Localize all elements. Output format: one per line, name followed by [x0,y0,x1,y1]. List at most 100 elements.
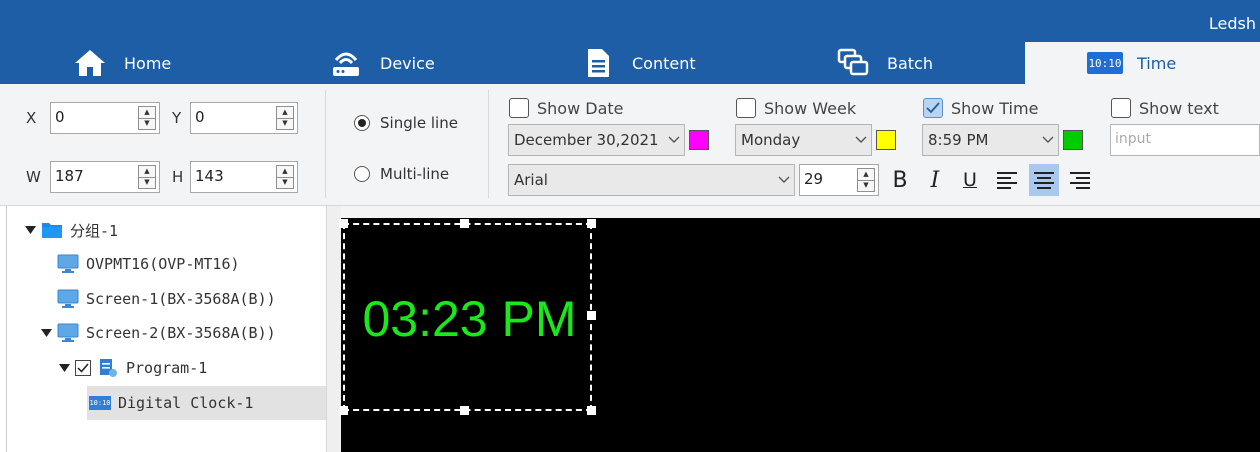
date-format-select[interactable]: December 30,2021 [508,124,685,156]
show-text-checkbox[interactable]: Show text [1111,98,1219,118]
align-center-button[interactable] [1029,164,1059,196]
tab-label: Time [1137,53,1177,73]
underline-button[interactable]: U [955,164,985,196]
time-color-swatch[interactable] [1063,130,1083,150]
chevron-down-icon [774,176,794,184]
date-color-swatch[interactable] [689,130,709,150]
tree-device-label: Screen-2(BX-3568A(B)) [86,324,276,342]
tree-program[interactable]: Program-1 [57,351,207,385]
resize-handle[interactable] [460,219,469,228]
date-format-value: December 30,2021 [514,131,659,149]
tab-batch[interactable]: Batch [833,42,933,84]
w-spinbox[interactable]: 187 ▲ ▼ [50,161,160,193]
align-left-icon [997,172,1017,189]
show-week-checkbox[interactable]: Show Week [736,98,856,118]
checkbox[interactable] [736,98,756,118]
tree-device[interactable]: Screen-1(BX-3568A(B)) [57,282,276,316]
expand-triangle-icon[interactable] [23,226,37,234]
single-line-label: Single line [380,114,458,132]
time-format-select[interactable]: 8:59 PM [922,124,1059,156]
week-format-value: Monday [741,131,801,149]
italic-button[interactable]: I [920,164,950,196]
tree-program-label: Program-1 [126,359,208,377]
radio-button[interactable] [354,166,370,182]
tab-label: Content [632,53,696,73]
align-right-button[interactable] [1065,164,1095,196]
checkbox[interactable] [923,98,943,118]
up-arrow-icon[interactable]: ▲ [277,107,293,118]
down-arrow-icon[interactable]: ▼ [858,179,874,192]
w-label: W [26,168,41,186]
custom-text-input[interactable]: input [1110,124,1260,156]
x-stepper[interactable]: ▲ ▼ [138,106,156,130]
w-value: 187 [55,167,84,185]
canvas-ruler [341,206,1260,218]
bold-button[interactable]: B [885,164,915,196]
show-time-label: Show Time [951,98,1039,118]
show-time-checkbox[interactable]: Show Time [923,98,1038,118]
multi-line-radio[interactable]: Multi-line [354,165,449,183]
divider [488,90,489,198]
font-size-stepper[interactable]: ▲ ▼ [857,168,875,192]
radio-button[interactable] [354,115,370,131]
y-label: Y [172,109,182,127]
x-spinbox[interactable]: 0 ▲ ▼ [50,102,160,134]
led-preview-canvas[interactable]: 03:23 PM [339,218,1260,452]
title-bar: Ledsh Home Device Content Batch 10:10 Ti… [0,0,1260,84]
tab-label: Batch [887,53,933,73]
down-arrow-icon[interactable]: ▼ [139,117,155,130]
font-family-select[interactable]: Arial [508,164,795,196]
y-spinbox[interactable]: 0 ▲ ▼ [190,102,298,134]
digital-clock-icon: 10:10 [89,396,111,410]
checkbox[interactable] [509,98,529,118]
tree-device[interactable]: OVPMT16(OVP-MT16) [57,247,240,281]
monitor-icon [57,289,79,309]
down-arrow-icon[interactable]: ▼ [139,176,155,189]
document-icon [578,46,618,80]
program-checkbox[interactable] [75,360,91,376]
up-arrow-icon[interactable]: ▲ [139,107,155,118]
resize-handle[interactable] [587,406,596,415]
show-text-label: Show text [1139,98,1219,118]
align-left-button[interactable] [992,164,1022,196]
digital-clock-icon: 10:10 [1087,52,1123,74]
tab-device[interactable]: Device [326,42,435,84]
week-format-select[interactable]: Monday [735,124,872,156]
w-stepper[interactable]: ▲ ▼ [138,165,156,189]
h-spinbox[interactable]: 143 ▲ ▼ [190,161,298,193]
resize-handle[interactable] [339,219,348,228]
tree-group[interactable]: 分组-1 [23,213,118,247]
monitor-icon [57,323,79,343]
checkbox[interactable] [1111,98,1131,118]
up-arrow-icon[interactable]: ▲ [858,169,874,180]
resize-handle[interactable] [339,406,348,415]
resize-handle[interactable] [587,219,596,228]
single-line-radio[interactable]: Single line [354,114,458,132]
y-stepper[interactable]: ▲ ▼ [276,106,294,130]
up-arrow-icon[interactable]: ▲ [277,166,293,177]
tab-time[interactable]: 10:10 Time [1025,42,1260,84]
down-arrow-icon[interactable]: ▼ [277,176,293,189]
show-date-checkbox[interactable]: Show Date [509,98,624,118]
tree-device[interactable]: Screen-2(BX-3568A(B)) [39,316,276,350]
h-stepper[interactable]: ▲ ▼ [276,165,294,189]
panel-splitter[interactable] [326,206,341,452]
clock-element-frame[interactable]: 03:23 PM [343,223,592,411]
up-arrow-icon[interactable]: ▲ [139,166,155,177]
multi-line-label: Multi-line [380,165,450,183]
tab-content[interactable]: Content [578,42,696,84]
device-icon [326,46,366,80]
week-color-swatch[interactable] [876,130,896,150]
tree-item-digital-clock[interactable]: 10:10 Digital Clock-1 [87,386,327,420]
resize-handle[interactable] [460,406,469,415]
tab-label: Device [380,53,435,73]
resize-handle[interactable] [587,311,596,320]
monitor-icon [57,254,79,274]
font-size-spinbox[interactable]: 29 ▲ ▼ [799,164,879,196]
tab-home[interactable]: Home [70,42,171,84]
show-date-label: Show Date [537,98,624,118]
folder-icon [41,220,63,240]
expand-triangle-icon[interactable] [57,364,71,372]
expand-triangle-icon[interactable] [39,329,53,337]
down-arrow-icon[interactable]: ▼ [277,117,293,130]
